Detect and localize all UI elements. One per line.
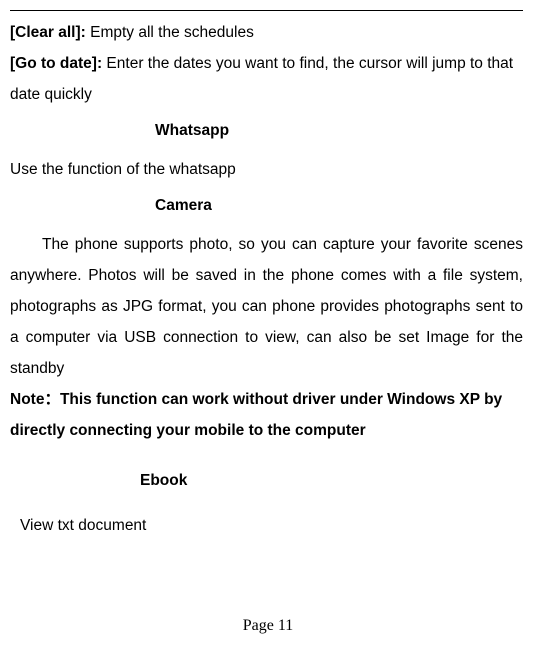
definition-go-to-date: [Go to date]: Enter the dates you want t… <box>10 48 523 110</box>
body-camera: The phone supports photo, so you can cap… <box>10 229 523 384</box>
body-whatsapp: Use the function of the whatsapp <box>10 154 523 185</box>
clear-all-text: Empty all the schedules <box>86 24 254 41</box>
clear-all-label: [Clear all]: <box>10 24 86 41</box>
heading-camera: Camera <box>155 189 523 223</box>
page-number: Page 11 <box>0 617 536 635</box>
note-camera: Note：This function can work without driv… <box>10 384 523 446</box>
definition-clear-all: [Clear all]: Empty all the schedules <box>10 17 523 48</box>
body-ebook: View txt document <box>20 510 523 541</box>
page-content: [Clear all]: Empty all the schedules [Go… <box>10 10 523 541</box>
go-to-date-label: [Go to date]: <box>10 55 102 72</box>
heading-whatsapp: Whatsapp <box>155 114 523 148</box>
heading-ebook: Ebook <box>140 464 523 498</box>
